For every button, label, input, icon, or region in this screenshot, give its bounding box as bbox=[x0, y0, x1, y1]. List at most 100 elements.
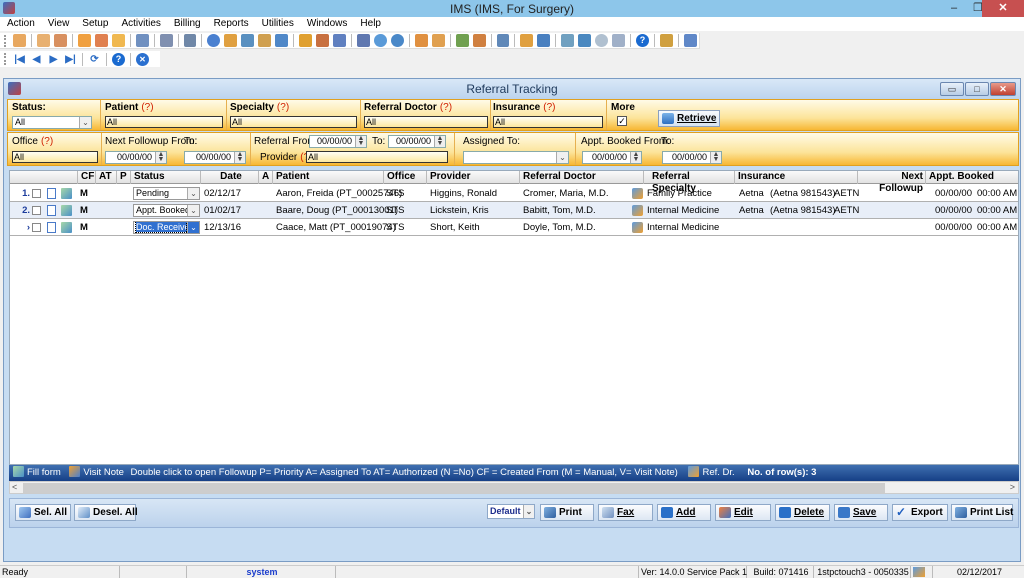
chart-icon[interactable] bbox=[414, 34, 428, 47]
select-all-button[interactable]: Sel. All bbox=[15, 504, 71, 521]
status-select[interactable]: Doc. Receive ⌄ bbox=[133, 221, 200, 234]
print-template-dropdown[interactable]: Default ⌄ bbox=[487, 504, 535, 519]
more-checkbox[interactable]: ✓ bbox=[617, 116, 627, 126]
appt-booked-from-date[interactable]: 00/00/00 ▲ ▼ bbox=[582, 151, 642, 164]
fill-form-icon[interactable] bbox=[61, 188, 72, 199]
scroll-left-icon[interactable]: < bbox=[12, 482, 17, 492]
rx-icon[interactable] bbox=[135, 34, 149, 47]
column-header-office[interactable]: Office bbox=[384, 171, 427, 184]
row-checkbox[interactable] bbox=[32, 223, 41, 232]
help-icon[interactable]: ? bbox=[112, 52, 125, 66]
row-checkbox[interactable] bbox=[32, 206, 41, 215]
patient-icon[interactable] bbox=[13, 34, 26, 47]
spinner-icon[interactable]: ▲ ▼ bbox=[155, 151, 166, 163]
add-button[interactable]: Add bbox=[657, 504, 711, 521]
folder-icon[interactable] bbox=[77, 34, 91, 47]
toolbar-grip[interactable] bbox=[4, 53, 7, 65]
document-icon[interactable] bbox=[47, 205, 56, 216]
column-header-referral-doctor[interactable]: Referral Doctor bbox=[520, 171, 644, 184]
transfer-icon[interactable] bbox=[520, 34, 534, 47]
patient-cell[interactable]: Baare, Doug (PT_00013001) bbox=[276, 202, 398, 219]
print-button[interactable]: Print bbox=[540, 504, 594, 521]
specialty-help-link[interactable]: (?) bbox=[277, 102, 289, 113]
status-select[interactable]: Appt. Booked ⌄ bbox=[133, 204, 200, 217]
toolbar-grip[interactable] bbox=[4, 34, 7, 47]
calendar-icon[interactable] bbox=[299, 34, 313, 47]
minimize-button[interactable]: – bbox=[940, 0, 968, 17]
fill-form-icon[interactable] bbox=[61, 205, 72, 216]
office-field[interactable]: All bbox=[12, 151, 98, 163]
insurance-field[interactable]: All bbox=[493, 116, 603, 128]
provider-field[interactable]: All bbox=[306, 151, 448, 163]
export-icon[interactable] bbox=[537, 34, 551, 47]
menu-windows[interactable]: Windows bbox=[307, 17, 348, 31]
referral-doctor-icon[interactable] bbox=[632, 205, 643, 216]
column-header-next-followup[interactable]: Next Followup bbox=[858, 171, 926, 194]
deselect-all-button[interactable]: Desel. All bbox=[74, 504, 138, 521]
patient-help-link[interactable]: (?) bbox=[141, 102, 153, 113]
save-button[interactable]: Save bbox=[834, 504, 888, 521]
spinner-icon[interactable]: ▲ ▼ bbox=[434, 135, 445, 147]
billing-dollar-icon[interactable] bbox=[207, 34, 221, 47]
referral-doctor-icon[interactable] bbox=[632, 222, 643, 233]
previous-record-icon[interactable]: ◀ bbox=[30, 53, 43, 66]
patient-cell[interactable]: Caace, Matt (PT_00019074) bbox=[276, 219, 396, 236]
billing-payment-icon[interactable] bbox=[258, 34, 272, 47]
child-maximize-button[interactable]: □ bbox=[965, 82, 989, 96]
menu-action[interactable]: Action bbox=[7, 17, 35, 31]
camera-icon[interactable] bbox=[578, 34, 592, 47]
report-icon[interactable] bbox=[333, 34, 346, 47]
column-header-provider[interactable]: Provider bbox=[427, 171, 520, 184]
scan-icon[interactable] bbox=[612, 34, 626, 47]
analysis-icon[interactable] bbox=[496, 34, 510, 47]
fill-form-icon[interactable] bbox=[61, 222, 72, 233]
billing-users-icon[interactable] bbox=[241, 34, 255, 47]
eraser-icon[interactable] bbox=[183, 34, 197, 47]
bar-chart-icon[interactable] bbox=[455, 34, 469, 47]
column-header-cf[interactable]: CF bbox=[78, 171, 96, 184]
clipboard-icon[interactable] bbox=[431, 34, 445, 47]
print-list-button[interactable]: Print List bbox=[951, 504, 1013, 521]
schedule-icon[interactable] bbox=[316, 34, 329, 47]
delete-button[interactable]: Delete bbox=[775, 504, 830, 521]
assigned-to-dropdown[interactable]: ⌄ bbox=[463, 151, 569, 164]
lock-icon[interactable] bbox=[660, 34, 673, 47]
horizontal-scrollbar[interactable]: < > bbox=[9, 481, 1019, 494]
insurance-help-link[interactable]: (?) bbox=[543, 102, 555, 113]
close-button[interactable]: ✕ bbox=[982, 0, 1024, 17]
column-header-patient[interactable]: Patient bbox=[273, 171, 384, 184]
table-row[interactable]: 1. M Pending ⌄ 02/12/17 Aaron, Freida (PT… bbox=[10, 185, 1018, 202]
row-checkbox[interactable] bbox=[32, 189, 41, 198]
patient-edit-icon[interactable] bbox=[36, 34, 50, 47]
column-header-referral-specialty[interactable]: Referral Specialty bbox=[644, 171, 735, 194]
spinner-icon[interactable]: ▲ ▼ bbox=[710, 151, 721, 163]
specialty-field[interactable]: All bbox=[230, 116, 357, 128]
lab-flask-icon[interactable] bbox=[111, 34, 125, 47]
patient-field[interactable]: All bbox=[105, 116, 223, 128]
menu-utilities[interactable]: Utilities bbox=[262, 17, 294, 31]
retrieve-button[interactable]: Retrieve bbox=[658, 110, 720, 127]
box-open-icon[interactable] bbox=[390, 34, 404, 47]
referral-doctor-field[interactable]: All bbox=[364, 116, 488, 128]
menu-help[interactable]: Help bbox=[360, 17, 381, 31]
fax-button[interactable]: Fax bbox=[598, 504, 653, 521]
box-icon[interactable] bbox=[373, 34, 387, 47]
next-record-icon[interactable]: ▶ bbox=[47, 53, 60, 66]
toggle-icon[interactable] bbox=[595, 34, 609, 47]
referral-from-date[interactable]: 00/00/00 ▲ ▼ bbox=[309, 135, 367, 148]
child-minimize-button[interactable]: ▭ bbox=[940, 82, 964, 96]
appt-booked-to-date[interactable]: 00/00/00 ▲ ▼ bbox=[662, 151, 722, 164]
spinner-icon[interactable]: ▲ ▼ bbox=[630, 151, 641, 163]
office-help-link[interactable]: (?) bbox=[41, 136, 53, 147]
scrollbar-thumb[interactable] bbox=[23, 483, 885, 493]
column-header-date[interactable]: Date bbox=[201, 171, 259, 184]
referral-to-date[interactable]: 00/00/00 ▲ ▼ bbox=[388, 135, 446, 148]
billing-doc-icon[interactable] bbox=[224, 34, 238, 47]
column-header-p[interactable]: P bbox=[117, 171, 131, 184]
status-select[interactable]: Pending ⌄ bbox=[133, 187, 200, 200]
column-header-a[interactable]: A bbox=[259, 171, 273, 184]
column-header-at[interactable]: AT bbox=[96, 171, 117, 184]
edit-button[interactable]: Edit bbox=[715, 504, 771, 521]
scroll-right-icon[interactable]: > bbox=[1010, 482, 1015, 492]
child-close-button[interactable]: ✕ bbox=[990, 82, 1016, 96]
